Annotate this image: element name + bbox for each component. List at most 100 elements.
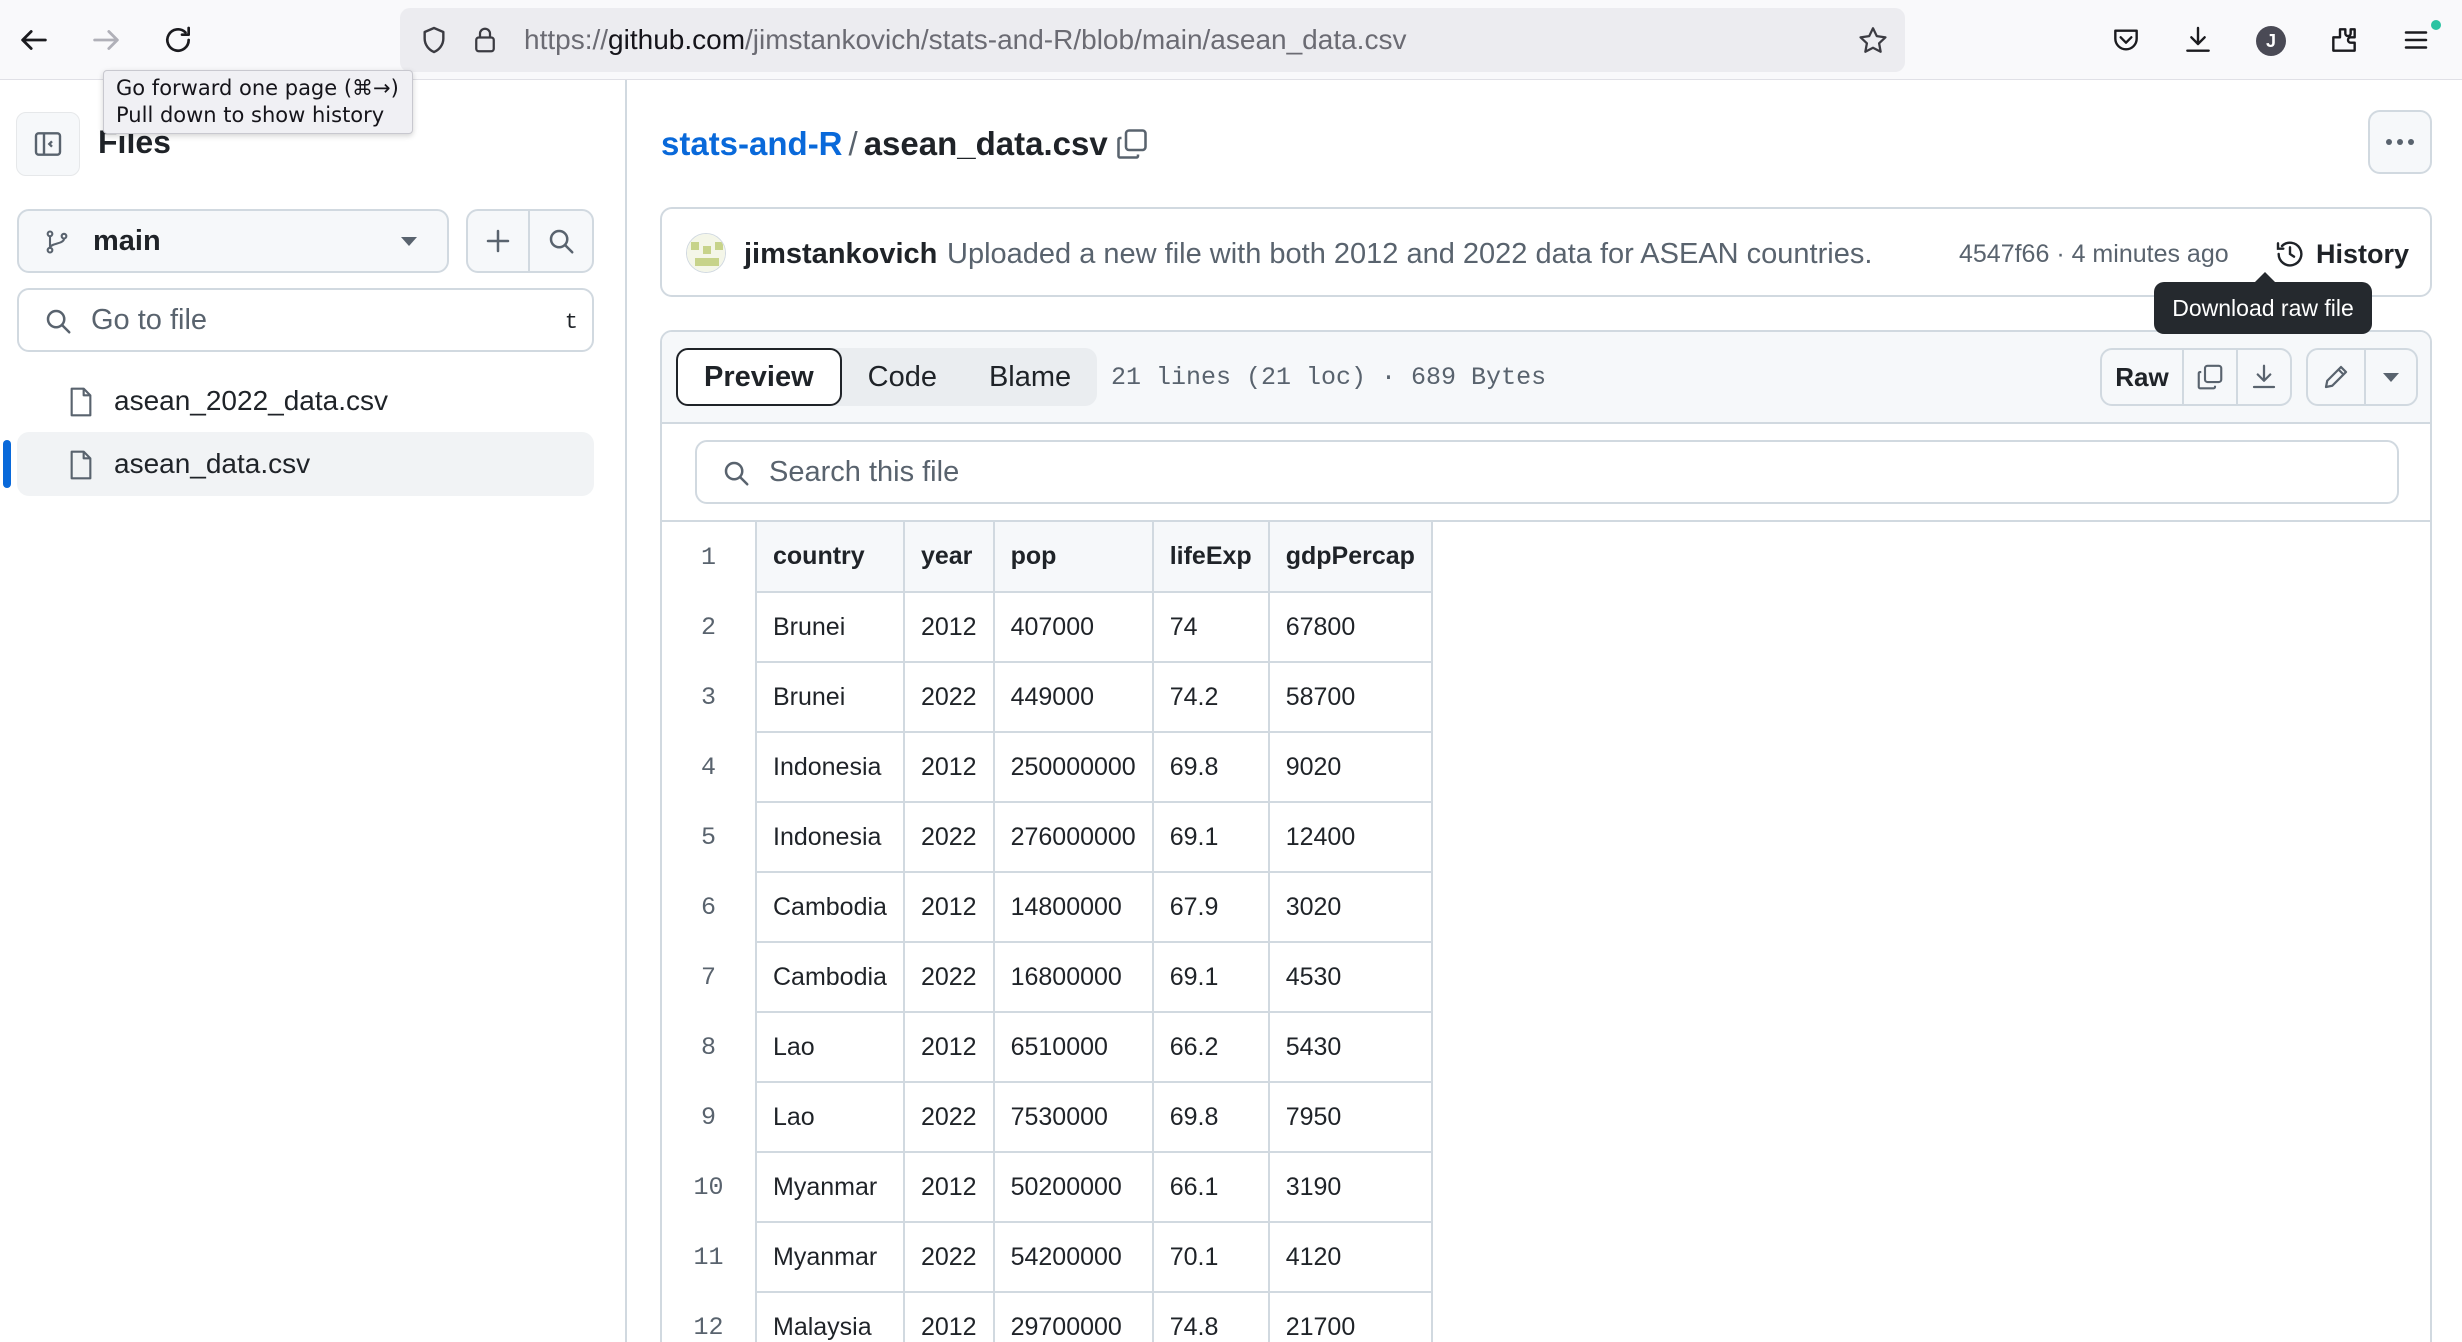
pocket-button[interactable] (2098, 12, 2154, 68)
file-tree-panel: Files main t asean_2022_data.csv asean_d… (0, 80, 627, 1342)
table-cell: 2012 (902, 1151, 995, 1223)
commit-message[interactable]: Uploaded a new file with both 2012 and 2… (947, 209, 1872, 299)
line-number[interactable]: 7 (662, 942, 756, 1012)
download-icon (2186, 26, 2210, 52)
table-row: 2 Brunei 2012 407000 74 67800 (662, 591, 1433, 663)
chevron-down-icon (401, 237, 417, 246)
table-row: 3 Brunei 2022 449000 74.2 58700 (662, 661, 1433, 733)
line-number[interactable]: 8 (662, 1012, 756, 1082)
search-icon (724, 461, 749, 486)
pencil-icon (2324, 365, 2348, 389)
tree-item-asean-2022-data[interactable]: asean_2022_data.csv (17, 369, 594, 433)
table-cell: 407000 (992, 591, 1154, 663)
line-number[interactable]: 2 (662, 592, 756, 662)
table-cell: Indonesia (755, 801, 905, 873)
active-indicator (3, 440, 11, 488)
downloads-button[interactable] (2170, 12, 2226, 68)
table-cell: 14800000 (992, 871, 1154, 943)
file-actions: Raw (2100, 348, 2418, 406)
download-raw-button[interactable] (2236, 350, 2290, 404)
plus-icon (486, 229, 510, 253)
add-file-button[interactable] (468, 211, 531, 271)
shortcut-hint: t (564, 310, 578, 335)
table-cell: 69.1 (1151, 801, 1270, 873)
line-number[interactable]: 9 (662, 1082, 756, 1152)
line-number[interactable]: 11 (662, 1222, 756, 1292)
browser-toolbar: https://github.com/jimstankovich/stats-a… (0, 0, 2462, 80)
shield-icon[interactable] (418, 24, 450, 56)
table-cell: 9020 (1267, 731, 1433, 803)
table-cell: 67.9 (1151, 871, 1270, 943)
go-to-file-input[interactable] (91, 296, 491, 344)
search-icon (46, 309, 71, 334)
column-header: year (902, 522, 995, 593)
file-viewer: Preview Code Blame 21 lines (21 loc) · 6… (660, 330, 2432, 1342)
line-number[interactable]: 6 (662, 872, 756, 942)
lock-icon[interactable] (470, 24, 500, 56)
table-cell: 2022 (902, 941, 995, 1013)
copy-icon (2197, 364, 2223, 390)
chevron-down-icon (2383, 373, 2399, 382)
search-code-button[interactable] (530, 211, 592, 271)
url-text[interactable]: https://github.com/jimstankovich/stats-a… (524, 8, 1406, 72)
go-to-file[interactable]: t (17, 288, 594, 352)
table-cell: 67800 (1267, 591, 1433, 663)
view-mode-tabs: Preview Code Blame (676, 348, 1098, 406)
file-icon (70, 450, 92, 480)
edit-group (2306, 348, 2418, 406)
line-number[interactable]: 5 (662, 802, 756, 872)
table-cell: 2022 (902, 661, 995, 733)
tab-code[interactable]: Code (842, 348, 963, 406)
line-number[interactable]: 1 (662, 522, 756, 592)
search-this-file-input[interactable] (769, 448, 1769, 496)
avatar[interactable] (686, 233, 726, 273)
line-number[interactable]: 12 (662, 1292, 756, 1342)
raw-button[interactable]: Raw (2102, 350, 2182, 404)
commit-author-link[interactable]: jimstankovich (744, 209, 937, 299)
forward-button[interactable] (78, 12, 134, 68)
breadcrumb-repo-link[interactable]: stats-and-R (661, 125, 843, 162)
table-cell: 2012 (902, 731, 995, 803)
table-cell: 4120 (1267, 1221, 1433, 1293)
table-cell: 74 (1151, 591, 1270, 663)
url-bar[interactable]: https://github.com/jimstankovich/stats-a… (400, 8, 1905, 72)
profile-avatar[interactable]: J (2256, 26, 2286, 56)
table-cell: 69.8 (1151, 1081, 1270, 1153)
copy-path-button[interactable] (1114, 126, 1150, 162)
back-arrow-icon (21, 30, 47, 50)
table-row: 9 Lao 2022 7530000 69.8 7950 (662, 1081, 1433, 1153)
edit-file-button[interactable] (2308, 350, 2364, 404)
tab-preview[interactable]: Preview (676, 348, 842, 406)
table-cell: 58700 (1267, 661, 1433, 733)
branch-selector[interactable]: main (17, 209, 449, 273)
file-header: Preview Code Blame 21 lines (21 loc) · 6… (662, 332, 2430, 424)
line-number[interactable]: 4 (662, 732, 756, 802)
line-number[interactable]: 10 (662, 1152, 756, 1222)
reload-icon (166, 26, 190, 52)
breadcrumb-separator: / (848, 125, 858, 162)
tab-blame[interactable]: Blame (963, 348, 1097, 406)
column-header: gdpPercap (1267, 522, 1433, 593)
more-options-button[interactable] (2368, 110, 2432, 174)
collapse-panel-button[interactable] (16, 112, 80, 176)
table-cell: 74.8 (1151, 1291, 1270, 1342)
copy-raw-button[interactable] (2182, 350, 2236, 404)
table-cell: 3190 (1267, 1151, 1433, 1223)
extensions-icon (2332, 28, 2356, 52)
reload-button[interactable] (150, 12, 206, 68)
search-this-file[interactable] (695, 440, 2399, 504)
table-cell: 70.1 (1151, 1221, 1270, 1293)
star-icon[interactable] (1856, 24, 1890, 58)
extensions-button[interactable] (2316, 12, 2372, 68)
table-header-row: 1 country year pop lifeExp gdpPercap (662, 522, 1433, 593)
table-cell: 2012 (902, 1291, 995, 1342)
table-cell: 2012 (902, 1011, 995, 1083)
line-number[interactable]: 3 (662, 662, 756, 732)
edit-options-button[interactable] (2364, 350, 2416, 404)
back-button[interactable] (6, 12, 62, 68)
copy-icon (1117, 129, 1147, 159)
table-cell: 21700 (1267, 1291, 1433, 1342)
tree-item-asean-data[interactable]: asean_data.csv (3, 432, 594, 496)
column-header: pop (992, 522, 1154, 593)
table-cell: 2022 (902, 1081, 995, 1153)
